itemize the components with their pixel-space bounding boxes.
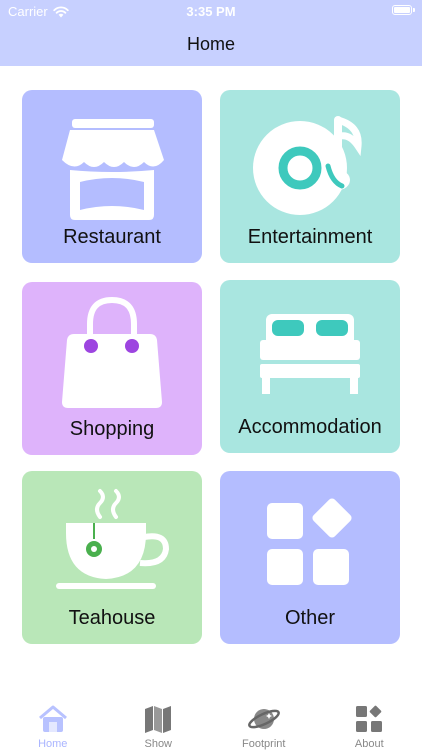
category-label: Restaurant: [63, 226, 161, 248]
category-label: Entertainment: [247, 226, 373, 248]
tab-footprint[interactable]: Footprint: [211, 690, 317, 750]
tab-label: Home: [38, 738, 68, 750]
category-tile-accommodation[interactable]: Accommodation: [220, 280, 400, 453]
category-tile-shopping[interactable]: Shopping: [22, 282, 202, 455]
home-icon: [38, 705, 67, 732]
tab-label: Show: [144, 738, 173, 750]
category-tile-teahouse[interactable]: Teahouse: [22, 471, 202, 644]
tab-bar: Home Show Footprint About: [0, 690, 422, 750]
status-time: 3:35 PM: [186, 4, 236, 19]
navigation-bar: Home: [0, 22, 422, 66]
tab-label: Footprint: [242, 738, 286, 750]
category-label: Accommodation: [238, 416, 382, 438]
planet-icon: [247, 709, 280, 729]
category-tile-other[interactable]: Other: [220, 471, 400, 644]
category-label: Teahouse: [68, 607, 156, 629]
status-bar: Carrier 3:35 PM: [0, 0, 422, 22]
category-tile-restaurant[interactable]: Restaurant: [22, 90, 202, 263]
tab-about[interactable]: About: [317, 690, 422, 750]
category-tile-entertainment[interactable]: Entertainment: [220, 90, 400, 263]
apps-icon: [356, 705, 383, 732]
page-title: Home: [186, 33, 235, 54]
category-label: Shopping: [69, 418, 155, 440]
category-label: Other: [284, 607, 336, 629]
tab-home[interactable]: Home: [0, 690, 106, 750]
tab-label: About: [354, 738, 384, 750]
map-icon: [145, 706, 172, 733]
tab-show[interactable]: Show: [106, 690, 212, 750]
battery-icon: [392, 5, 415, 15]
